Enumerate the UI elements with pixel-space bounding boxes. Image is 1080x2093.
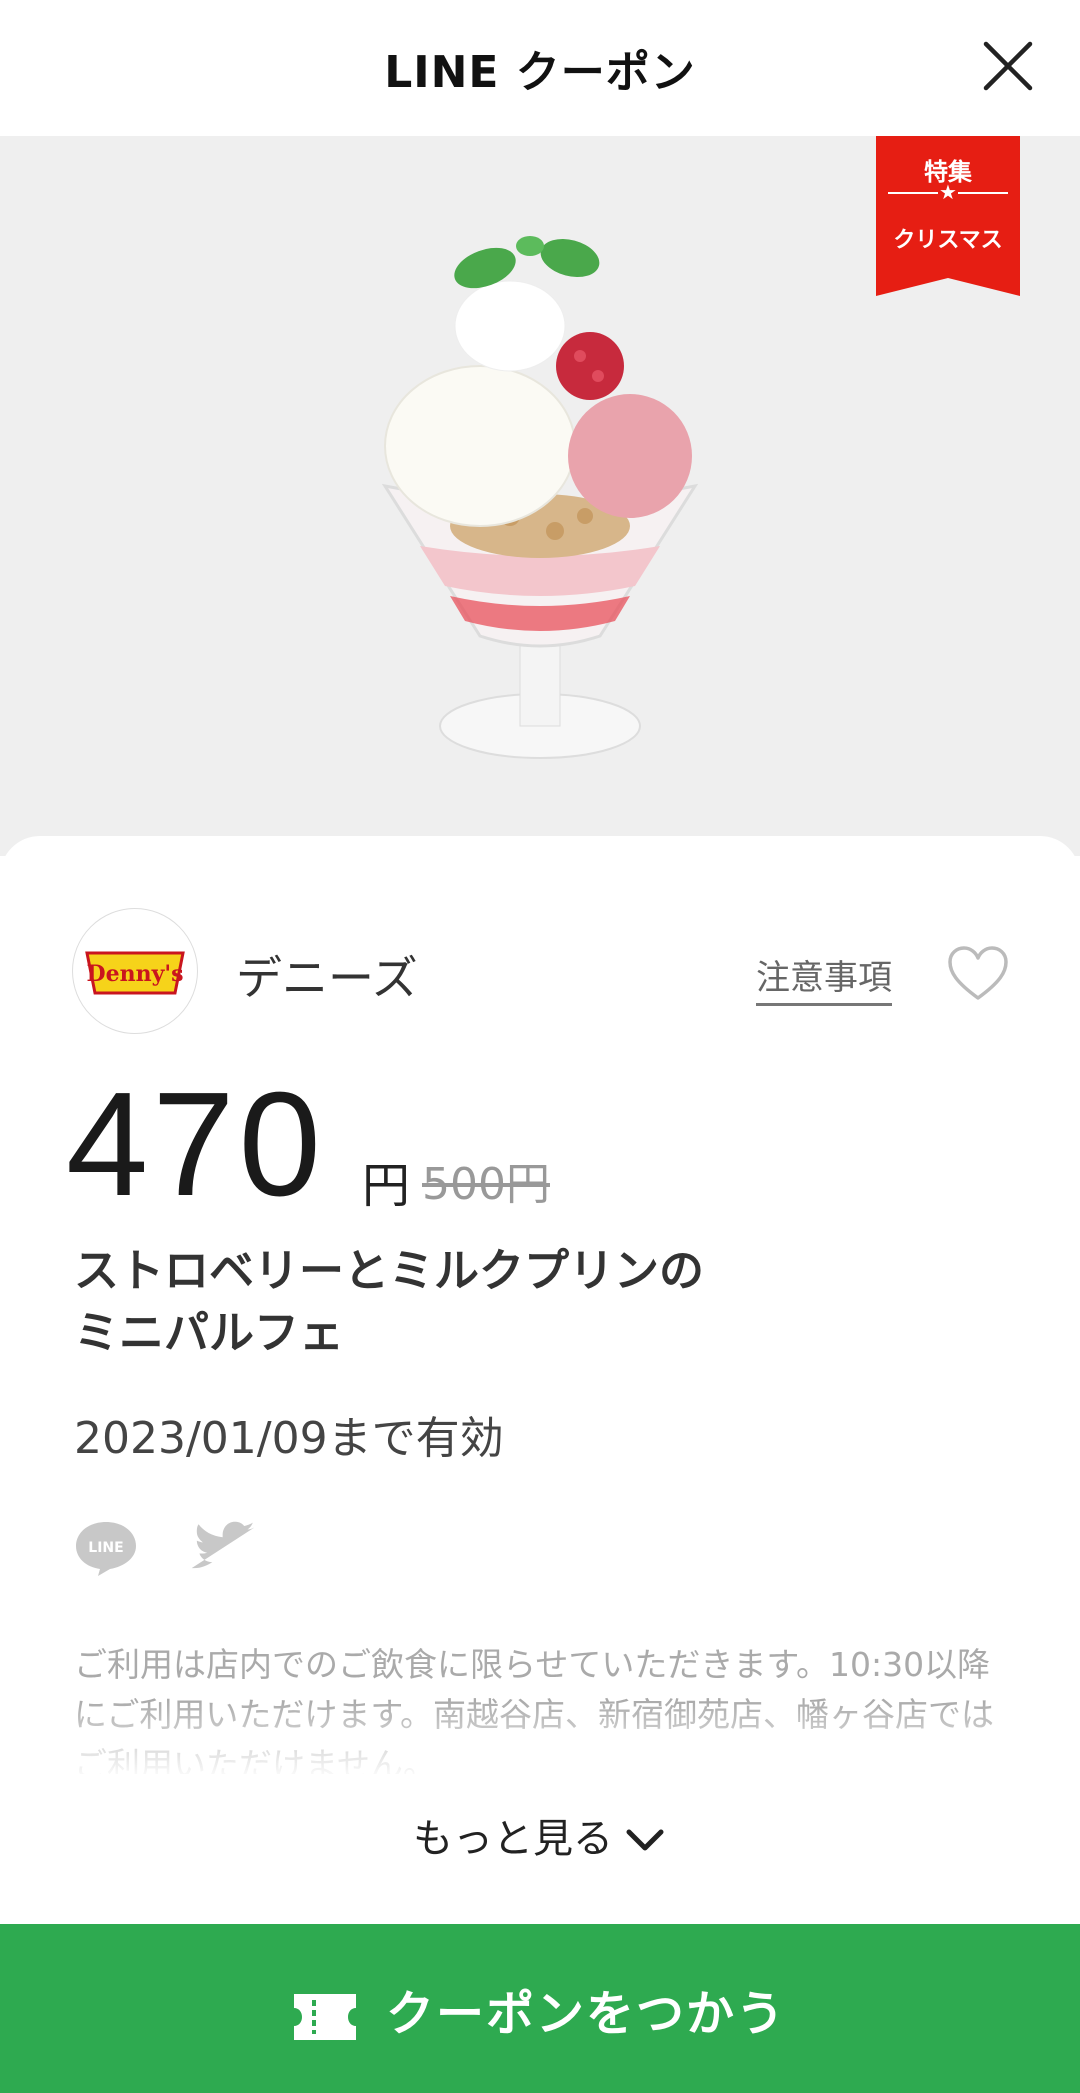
description-fade [0, 1700, 1080, 1780]
notice-link[interactable]: 注意事項 [756, 950, 892, 1006]
discount-price: 470 [66, 1062, 325, 1227]
coupon-title-line1: ストロベリーとミルクプリンの [74, 1244, 705, 1297]
line-share-icon[interactable]: LINE [74, 1516, 138, 1580]
svg-text:LINE: LINE [88, 1540, 123, 1556]
heart-icon[interactable] [946, 944, 1010, 1004]
header: LINE クーポン [0, 0, 1080, 137]
twitter-icon[interactable] [188, 1516, 254, 1576]
badge-star: ★ [939, 180, 957, 204]
parfait-image [381, 236, 699, 759]
use-coupon-label: クーポンをつかう [385, 1986, 786, 2042]
store-name[interactable]: デニーズ [236, 942, 418, 1008]
more-button[interactable]: もっと見る [0, 1806, 1080, 1864]
close-icon[interactable] [978, 36, 1038, 96]
use-coupon-button[interactable]: クーポンをつかう [0, 1924, 1080, 2093]
badge-label-christmas: クリスマス [893, 228, 1003, 253]
price-unit: 円 [362, 1158, 411, 1214]
coupon-title: ストロベリーとミルクプリンの ミニパルフェ [74, 1240, 834, 1364]
ticket-icon [293, 1994, 356, 2040]
app-title: LINE クーポン [384, 47, 696, 98]
dennys-logo: Denny's [72, 908, 198, 1034]
chevron-down-icon [626, 1829, 664, 1851]
feature-badge: 特集 ★ クリスマス [876, 136, 1020, 296]
svg-text:Denny's: Denny's [87, 961, 184, 987]
coupon-title-line2: ミニパルフェ [74, 1306, 345, 1359]
more-label: もっと見る [413, 1816, 613, 1862]
hero-image: 特集 ★ クリスマス [0, 136, 1080, 856]
original-price: 500円 [422, 1159, 550, 1210]
validity-date: 2023/01/09まで有効 [74, 1413, 504, 1464]
